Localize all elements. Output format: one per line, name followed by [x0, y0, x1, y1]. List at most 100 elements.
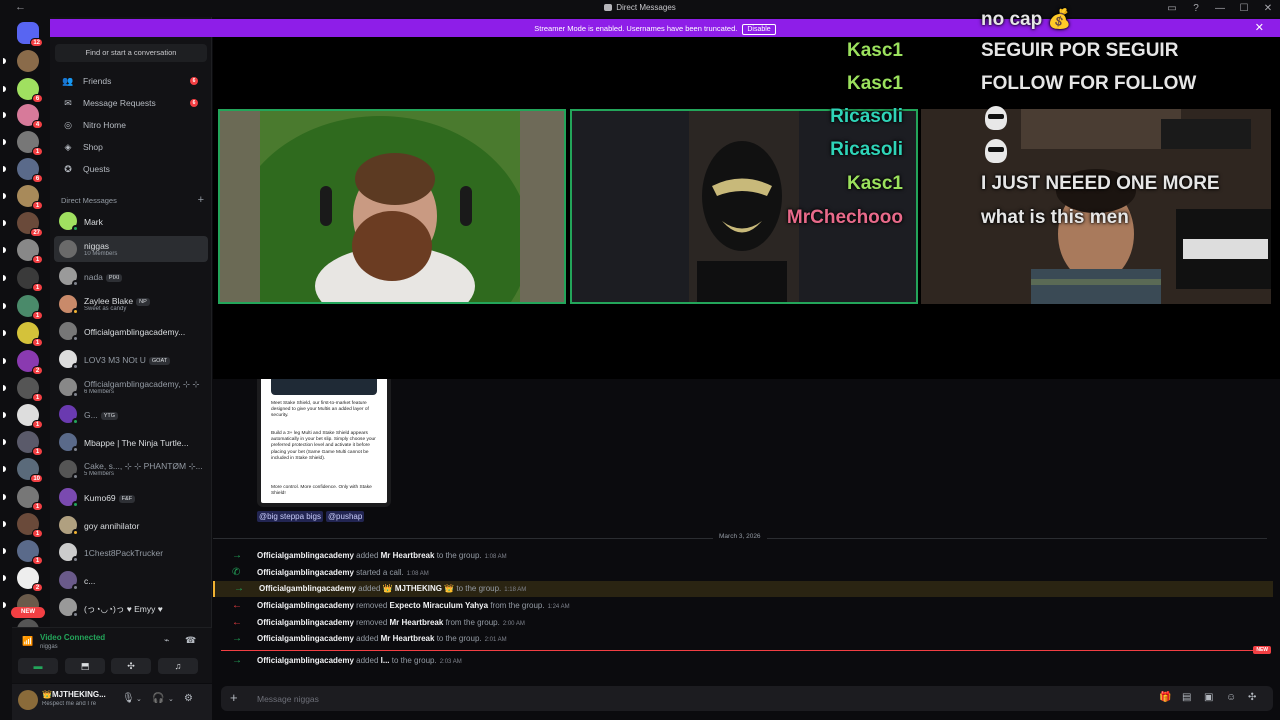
- server-icon[interactable]: 6: [3, 78, 43, 103]
- message-actor[interactable]: Officialgamblingacademy: [257, 601, 354, 610]
- sticker-icon[interactable]: ▣: [1204, 692, 1213, 703]
- soundboard-button[interactable]: ♫: [158, 658, 198, 674]
- create-dm-plus-icon[interactable]: +: [198, 194, 204, 206]
- server-icon[interactable]: [3, 50, 39, 72]
- sunglasses-lens: [988, 147, 1004, 152]
- overlay-chat-user: Kasc1: [847, 40, 903, 61]
- dm-item[interactable]: 1Chest8PackTrucker: [54, 539, 208, 565]
- noise-suppression-icon[interactable]: ⌁: [164, 635, 169, 646]
- gift-icon[interactable]: 🎁: [1159, 692, 1171, 703]
- nav-friends[interactable]: 👥 Friends 6: [56, 71, 206, 91]
- new-messages-label: NEW: [1253, 646, 1271, 654]
- message-target[interactable]: Mr Heartbreak: [381, 634, 435, 643]
- nav-nitro-home[interactable]: ◎ Nitro Home: [56, 115, 206, 135]
- message-actor[interactable]: Officialgamblingacademy: [257, 551, 354, 560]
- avatar: [59, 570, 79, 591]
- add-attachment-plus-icon[interactable]: +: [230, 690, 238, 705]
- dm-item[interactable]: Kumo69 F&F: [54, 484, 208, 510]
- server-icon[interactable]: 2: [3, 567, 43, 592]
- server-icon[interactable]: 1: [3, 404, 43, 429]
- message-timestamp: 1:24 AM: [547, 604, 570, 610]
- user-avatar[interactable]: [18, 690, 38, 710]
- server-icon[interactable]: 27: [3, 212, 43, 237]
- emoji-icon[interactable]: ☺: [1226, 692, 1236, 703]
- message-target[interactable]: Expecto Miraculum Yahya: [390, 601, 489, 610]
- dm-item[interactable]: Mbappe | The Ninja Turtle...: [54, 429, 208, 455]
- server-icon[interactable]: 2: [3, 350, 43, 375]
- dm-item[interactable]: Zaylee Blake NP Sweet as candy: [54, 291, 208, 317]
- message-input[interactable]: Message niggas: [257, 694, 319, 704]
- dm-name: Mark: [84, 217, 204, 227]
- server-icon[interactable]: 1: [3, 295, 43, 320]
- message-target[interactable]: Mr Heartbreak: [381, 551, 435, 560]
- nav-quests[interactable]: ✪ Quests: [56, 159, 206, 179]
- server-icon[interactable]: 1: [3, 267, 43, 292]
- dm-item[interactable]: Mark: [54, 208, 208, 234]
- message-actor[interactable]: Officialgamblingacademy: [257, 618, 354, 627]
- dm-item[interactable]: goy annihilator: [54, 512, 208, 538]
- microphone-icon[interactable]: 🎙: [122, 693, 135, 704]
- maximize-button[interactable]: ☐: [1232, 3, 1256, 14]
- server-icon[interactable]: 6: [3, 158, 43, 183]
- mention-1[interactable]: @big steppa bigs: [257, 511, 323, 522]
- user-name[interactable]: 👑MJTHEKING...: [42, 690, 106, 699]
- message-actor[interactable]: Officialgamblingacademy: [257, 568, 354, 577]
- banner-close-icon[interactable]: ✕: [1255, 21, 1264, 34]
- close-window-button[interactable]: ✕: [1256, 3, 1280, 14]
- server-icon[interactable]: 1: [3, 513, 43, 538]
- mic-options-chevron-icon[interactable]: ⌄: [136, 695, 142, 703]
- nav-message-requests[interactable]: ✉ Message Requests 6: [56, 93, 206, 113]
- message-action: started a call.: [356, 568, 404, 577]
- voice-channel-name[interactable]: niggas: [40, 644, 58, 650]
- server-icon[interactable]: 4: [3, 104, 43, 129]
- image-embed[interactable]: Meet Stake Shield, our first-to-market f…: [257, 379, 391, 507]
- audio-options-chevron-icon[interactable]: ⌄: [168, 695, 174, 703]
- dm-item[interactable]: Officialgamblingacademy...: [54, 318, 208, 344]
- server-icon[interactable]: 1: [3, 239, 43, 264]
- server-icon[interactable]: 10: [3, 458, 43, 483]
- unread-pip: [3, 330, 6, 336]
- message-target[interactable]: I...: [381, 656, 390, 665]
- home-dm-icon[interactable]: 12: [17, 22, 43, 47]
- new-unreads-pill[interactable]: NEW: [11, 607, 45, 618]
- sunglasses-emote-icon: [985, 106, 1007, 130]
- presence-dot: [72, 528, 79, 536]
- disconnect-icon[interactable]: ☎: [185, 635, 196, 646]
- video-tile-1[interactable]: [218, 109, 566, 304]
- server-icon[interactable]: 1: [3, 131, 43, 156]
- message-target[interactable]: Mr Heartbreak: [390, 618, 444, 627]
- mention-2[interactable]: @pushap: [325, 511, 365, 522]
- server-icon[interactable]: 1: [3, 377, 43, 402]
- camera-button[interactable]: ▬: [18, 658, 58, 674]
- dm-item[interactable]: (っ◔◡◔)っ ♥ Emyy ♥: [54, 594, 208, 620]
- activities-button[interactable]: ✣: [111, 658, 151, 674]
- headphones-icon[interactable]: 🎧: [152, 693, 164, 704]
- dm-item[interactable]: c...: [54, 567, 208, 593]
- dm-item[interactable]: G... YTG: [54, 401, 208, 427]
- server-icon[interactable]: 1: [3, 431, 43, 456]
- message-composer[interactable]: + Message niggas 🎁 ▤ ▣ ☺ ✣: [221, 686, 1273, 711]
- server-icon[interactable]: 1: [3, 486, 43, 511]
- dm-item[interactable]: niggas 10 Members: [54, 235, 208, 262]
- nav-shop[interactable]: ◈ Shop: [56, 137, 206, 157]
- message-actor[interactable]: Officialgamblingacademy: [257, 634, 354, 643]
- embed-image-header: [271, 379, 377, 395]
- message-target[interactable]: 👑 MJTHEKING 👑: [383, 584, 454, 593]
- message-actor[interactable]: Officialgamblingacademy: [259, 584, 356, 593]
- dm-item[interactable]: nada PIXI: [54, 263, 208, 289]
- settings-gear-icon[interactable]: ⚙: [184, 693, 193, 704]
- screen-share-button[interactable]: ⬒: [65, 658, 105, 674]
- dm-item[interactable]: Cake, s..., ⊹ ⊹ PHANTØM ⊹... 5 Members: [54, 456, 208, 482]
- server-icon[interactable]: 1: [3, 322, 43, 347]
- server-icon[interactable]: 1: [3, 540, 43, 565]
- message-actor[interactable]: Officialgamblingacademy: [257, 656, 354, 665]
- dm-item[interactable]: Officialgamblingacademy, ⊹ ⊹ 6 Members: [54, 374, 208, 400]
- dm-name: Zaylee Blake NP: [84, 296, 204, 306]
- dm-item[interactable]: LOV3 M3 NOt U GOAT: [54, 346, 208, 372]
- overlay-chat-user: MrChechooo: [786, 207, 903, 228]
- server-icon[interactable]: 1: [3, 185, 43, 210]
- gif-icon[interactable]: ▤: [1182, 692, 1191, 703]
- right-arrow-icon: →: [232, 550, 242, 561]
- apps-icon[interactable]: ✣: [1248, 692, 1256, 703]
- find-conversation-button[interactable]: Find or start a conversation: [55, 44, 207, 62]
